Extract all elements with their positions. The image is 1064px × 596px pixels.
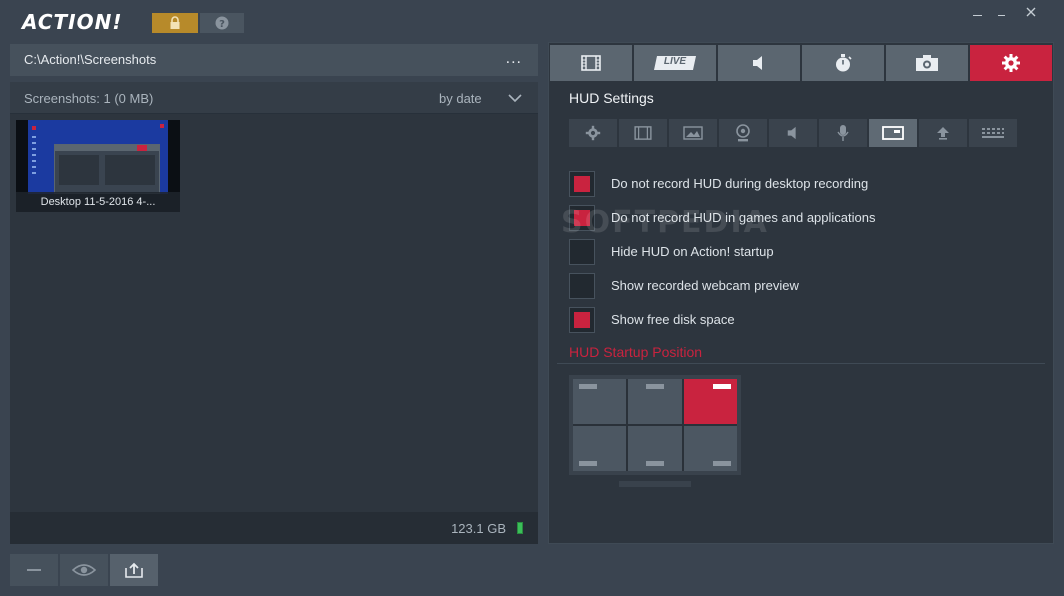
hud-startup-position-title: HUD Startup Position bbox=[569, 344, 703, 360]
tray-button[interactable] bbox=[990, 4, 1012, 20]
folder-path: C:\Action!\Screenshots bbox=[24, 52, 157, 67]
tab-audio[interactable] bbox=[718, 45, 800, 81]
keyboard-icon bbox=[982, 128, 1004, 138]
tab-screenshot[interactable] bbox=[886, 45, 968, 81]
subtab-webcam[interactable] bbox=[719, 119, 767, 147]
free-disk-space-checkbox[interactable] bbox=[569, 307, 595, 333]
tab-benchmark[interactable] bbox=[802, 45, 884, 81]
subtab-hotkeys[interactable] bbox=[969, 119, 1017, 147]
screenshot-thumbnail[interactable]: Desktop 11-5-2016 4-... bbox=[16, 120, 180, 212]
position-bottom-left[interactable] bbox=[573, 426, 627, 471]
close-icon bbox=[1026, 7, 1036, 17]
settings-panel: LIVE HUD Settings Do not record HUD duri… bbox=[548, 42, 1054, 544]
position-top-right[interactable] bbox=[683, 379, 737, 424]
watermark: SOFTPEDIA bbox=[561, 205, 769, 240]
subtab-video[interactable] bbox=[619, 119, 667, 147]
minimize-icon bbox=[972, 14, 982, 16]
upload-icon bbox=[125, 562, 143, 578]
logo-text: ACTION! bbox=[22, 10, 123, 34]
divider bbox=[557, 363, 1045, 364]
tab-settings[interactable] bbox=[970, 45, 1052, 81]
hud-position-selector bbox=[569, 375, 741, 475]
microphone-icon bbox=[837, 125, 849, 141]
option-no-hud-desktop: Do not record HUD during desktop recordi… bbox=[569, 171, 1029, 197]
option-label: Show free disk space bbox=[611, 312, 735, 327]
minimize-to-tray-icon bbox=[997, 14, 1005, 16]
chevron-down-icon[interactable] bbox=[507, 91, 523, 105]
tab-video[interactable] bbox=[550, 45, 632, 81]
eye-icon bbox=[72, 564, 96, 576]
tab-live-label: LIVE bbox=[663, 56, 687, 67]
minus-icon bbox=[27, 569, 41, 571]
hud-icon bbox=[882, 126, 904, 140]
stopwatch-icon bbox=[836, 54, 852, 72]
gear-icon bbox=[585, 125, 601, 141]
subtab-microphone[interactable] bbox=[819, 119, 867, 147]
browse-folder-button[interactable]: ... bbox=[506, 50, 522, 68]
path-bar: C:\Action!\Screenshots ... bbox=[10, 44, 538, 76]
subtab-screenshot[interactable] bbox=[669, 119, 717, 147]
webcam-icon bbox=[736, 124, 750, 142]
lock-button[interactable] bbox=[152, 13, 198, 33]
subtab-hud[interactable] bbox=[869, 119, 917, 147]
upload-icon bbox=[937, 127, 949, 140]
lock-icon bbox=[170, 16, 180, 29]
no-hud-desktop-checkbox[interactable] bbox=[569, 171, 595, 197]
status-bar: 123.1 GB bbox=[10, 512, 538, 544]
app-logo: ACTION! bbox=[22, 10, 132, 34]
speaker-icon bbox=[753, 56, 762, 70]
close-button[interactable] bbox=[1020, 4, 1042, 20]
delete-button[interactable] bbox=[10, 554, 58, 586]
position-top-left[interactable] bbox=[573, 379, 627, 424]
disk-level-icon bbox=[517, 522, 523, 534]
option-label: Show recorded webcam preview bbox=[611, 278, 799, 293]
position-bottom-right[interactable] bbox=[683, 426, 737, 471]
monitor-stand bbox=[619, 481, 691, 487]
preview-button[interactable] bbox=[60, 554, 108, 586]
option-hide-hud-startup: Hide HUD on Action! startup bbox=[569, 239, 1029, 265]
free-disk-space: 123.1 GB bbox=[451, 521, 506, 536]
screenshots-count: Screenshots: 1 (0 MB) bbox=[24, 91, 154, 106]
webcam-preview-checkbox[interactable] bbox=[569, 273, 595, 299]
subtab-audio[interactable] bbox=[769, 119, 817, 147]
image-icon bbox=[683, 126, 703, 140]
help-button[interactable]: ? bbox=[200, 13, 244, 33]
subtab-general[interactable] bbox=[569, 119, 617, 147]
subtab-upload[interactable] bbox=[919, 119, 967, 147]
hide-hud-startup-checkbox[interactable] bbox=[569, 239, 595, 265]
screenshots-panel: Screenshots: 1 (0 MB) by date Desktop 11… bbox=[10, 82, 538, 544]
section-title: HUD Settings bbox=[569, 90, 654, 106]
help-icon: ? bbox=[215, 16, 229, 30]
tab-live[interactable]: LIVE bbox=[634, 45, 716, 81]
option-free-disk-space: Show free disk space bbox=[569, 307, 1029, 333]
checkbox-checked-mark bbox=[574, 176, 590, 192]
film-icon bbox=[634, 126, 652, 140]
svg-text:?: ? bbox=[219, 19, 225, 30]
sort-dropdown[interactable]: by date bbox=[439, 91, 482, 106]
checkbox-checked-mark bbox=[574, 312, 590, 328]
export-button[interactable] bbox=[110, 554, 158, 586]
film-icon bbox=[581, 55, 601, 71]
thumbnail-label: Desktop 11-5-2016 4-... bbox=[16, 192, 180, 212]
option-label: Hide HUD on Action! startup bbox=[611, 244, 774, 259]
gear-icon bbox=[1002, 54, 1020, 72]
option-label: Do not record HUD during desktop recordi… bbox=[611, 176, 869, 191]
minimize-button[interactable] bbox=[966, 4, 988, 20]
position-bottom-center[interactable] bbox=[628, 426, 682, 471]
list-header: Screenshots: 1 (0 MB) by date bbox=[10, 82, 538, 114]
position-top-center[interactable] bbox=[628, 379, 682, 424]
thumbnail-image bbox=[28, 120, 168, 194]
camera-icon bbox=[916, 55, 938, 71]
speaker-icon bbox=[787, 126, 796, 140]
option-webcam-preview: Show recorded webcam preview bbox=[569, 273, 1029, 299]
